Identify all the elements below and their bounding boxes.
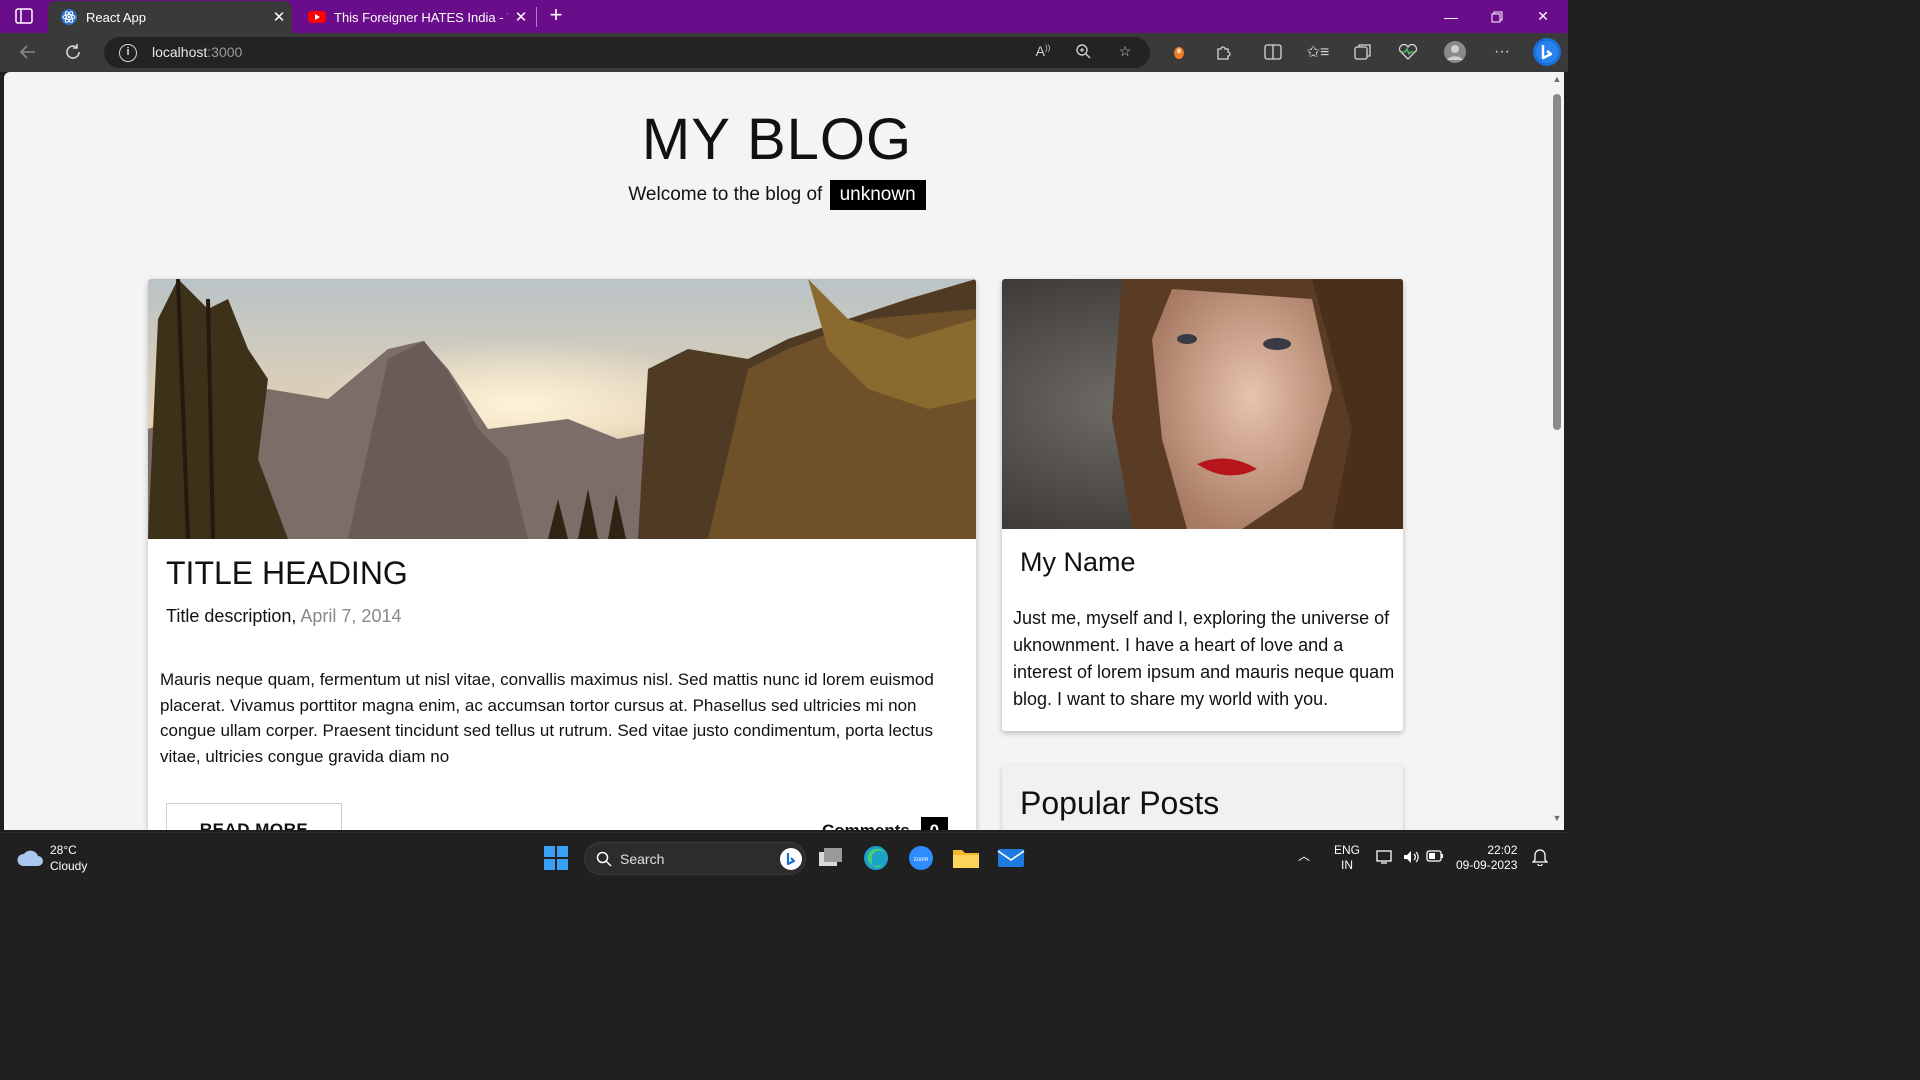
popular-posts-title: Popular Posts: [1020, 785, 1220, 821]
post-date: April 7, 2014: [300, 606, 402, 626]
profile-avatar-icon[interactable]: [1443, 41, 1467, 63]
youtube-favicon-icon: [308, 8, 326, 26]
page-scrollbar[interactable]: ▲ ▼: [1550, 72, 1564, 830]
new-tab-icon[interactable]: +: [544, 4, 568, 28]
about-name: My Name: [1020, 547, 1136, 577]
zoom-icon[interactable]: [1072, 43, 1094, 63]
welcome-line: Welcome to the blog of unknown: [4, 180, 1550, 210]
edge-browser-icon[interactable]: [860, 842, 892, 874]
show-hidden-icons-icon[interactable]: ︿: [1298, 849, 1310, 864]
react-favicon-icon: [60, 8, 78, 26]
taskbar-search[interactable]: Search: [584, 842, 806, 875]
volume-icon[interactable]: [1402, 849, 1420, 869]
extensions-puzzle-icon[interactable]: [1212, 41, 1236, 63]
page-viewport: MY BLOG Welcome to the blog of unknown T…: [4, 72, 1550, 830]
post-description: Title description, April 7, 2014: [166, 606, 401, 627]
windows-start-icon[interactable]: [540, 842, 572, 874]
tab-youtube[interactable]: This Foreigner HATES India - You ✕: [296, 1, 534, 33]
read-more-button[interactable]: READ MORE: [166, 803, 342, 830]
about-text: Just me, myself and I, exploring the uni…: [1013, 608, 1395, 709]
browser-toolbar: i localhost:3000 A)) ☆ ✩≡ ···: [0, 33, 1568, 72]
close-tab-icon[interactable]: ✕: [508, 8, 534, 26]
refresh-icon[interactable]: [61, 41, 85, 63]
search-icon: [596, 851, 612, 867]
windows-taskbar: 28°C Cloudy Search zoom ︿ ENG IN 22:02 0…: [0, 832, 1568, 882]
welcome-text: Welcome to the blog of: [628, 184, 823, 205]
about-me-card: My Name Just me, myself and I, exploring…: [1002, 279, 1403, 731]
favorite-star-icon[interactable]: ☆: [1114, 43, 1136, 63]
bing-search-icon: [780, 848, 802, 870]
weather-temp: 28°C: [50, 843, 77, 857]
site-info-icon[interactable]: i: [119, 44, 137, 62]
search-label: Search: [620, 851, 665, 867]
read-aloud-icon[interactable]: A)): [1032, 43, 1054, 63]
tab-actions-icon[interactable]: [14, 7, 34, 25]
tab-divider: [536, 7, 537, 27]
close-tab-icon[interactable]: ✕: [266, 8, 292, 26]
comments-label: Comments: [822, 821, 910, 830]
post-title: TITLE HEADING: [166, 555, 408, 591]
language-bottom: IN: [1341, 858, 1353, 872]
collections-icon[interactable]: [1351, 41, 1375, 63]
clock[interactable]: 22:02 09-09-2023: [1456, 843, 1517, 873]
post-description-text: Title description,: [166, 606, 297, 626]
zoom-app-icon[interactable]: zoom: [905, 842, 937, 874]
close-window-icon[interactable]: ✕: [1520, 0, 1566, 33]
task-view-icon[interactable]: [815, 842, 847, 874]
favorites-icon[interactable]: ✩≡: [1306, 41, 1330, 63]
notifications-icon[interactable]: [1531, 848, 1549, 870]
battery-icon[interactable]: [1426, 850, 1444, 866]
extension-icon[interactable]: [1167, 41, 1191, 63]
mountain-landscape-image: [148, 279, 976, 540]
blog-title: MY BLOG: [641, 107, 913, 172]
profile-portrait-image: [1002, 279, 1403, 529]
minimize-icon[interactable]: —: [1428, 0, 1474, 33]
url-text[interactable]: localhost:3000: [152, 44, 242, 60]
mail-app-icon[interactable]: [995, 842, 1027, 874]
blog-post-card: TITLE HEADING Title description, April 7…: [148, 279, 976, 830]
weather-widget[interactable]: 28°C Cloudy: [16, 842, 87, 874]
language-indicator[interactable]: ENG IN: [1334, 843, 1360, 873]
clock-time: 22:02: [1487, 843, 1518, 857]
comments-link[interactable]: Comments 0: [822, 817, 949, 830]
popular-posts-card: Popular Posts: [1002, 765, 1403, 830]
performance-icon[interactable]: [1396, 41, 1420, 63]
tab-title: React App: [86, 9, 146, 25]
svg-text:zoom: zoom: [914, 857, 929, 863]
more-menu-icon[interactable]: ···: [1490, 41, 1514, 63]
back-icon[interactable]: [16, 41, 40, 63]
tab-title: This Foreigner HATES India - You: [334, 9, 508, 25]
language-top: ENG: [1334, 843, 1361, 857]
scroll-up-icon[interactable]: ▲: [1552, 74, 1562, 84]
restore-icon[interactable]: [1474, 0, 1520, 33]
comments-count-badge: 0: [920, 817, 949, 830]
clock-date: 09-09-2023: [1456, 858, 1518, 872]
bing-copilot-icon[interactable]: [1532, 37, 1562, 67]
address-bar[interactable]: i localhost:3000 A)) ☆: [104, 37, 1150, 68]
post-body: Mauris neque quam, fermentum ut nisl vit…: [160, 670, 934, 766]
scroll-down-icon[interactable]: ▼: [1552, 813, 1562, 823]
weather-desc: Cloudy: [50, 859, 88, 873]
cloud-icon: [17, 850, 43, 866]
network-icon[interactable]: [1376, 849, 1394, 869]
split-screen-icon[interactable]: [1261, 41, 1285, 63]
file-explorer-icon[interactable]: [950, 842, 982, 874]
author-name-tag: unknown: [829, 180, 926, 210]
tab-strip: React App ✕ This Foreigner HATES India -…: [0, 0, 1568, 33]
tab-react-app[interactable]: React App ✕: [48, 1, 292, 33]
scrollbar-thumb[interactable]: [1553, 94, 1561, 430]
